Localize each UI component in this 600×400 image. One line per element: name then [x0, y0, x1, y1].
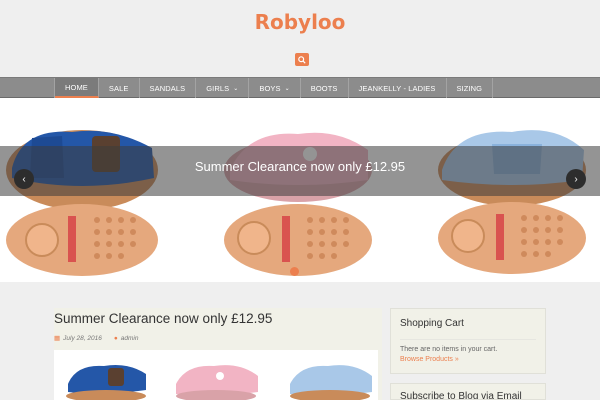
- calendar-icon: ▦: [54, 335, 61, 342]
- search-button[interactable]: [295, 53, 309, 66]
- site-title[interactable]: Robyloo: [0, 10, 600, 34]
- post-meta: ▦ July 28, 2016 ● admin: [54, 334, 139, 343]
- nav-item-home[interactable]: HOME: [55, 78, 99, 98]
- nav-item-boys[interactable]: BOYS ⌄: [249, 78, 301, 98]
- nav-item-girls[interactable]: GIRLS ⌄: [196, 78, 250, 98]
- chevron-down-icon: ⌄: [233, 85, 239, 92]
- subscribe-title: Subscribe to Blog via Email: [400, 391, 522, 400]
- cart-empty-message: There are no items in your cart.: [400, 346, 498, 353]
- slider-prev-button[interactable]: ‹: [14, 169, 34, 189]
- nav-item-sale[interactable]: SALE: [99, 78, 140, 98]
- slider-next-button[interactable]: ›: [566, 169, 586, 189]
- shopping-cart-widget: Shopping Cart There are no items in your…: [390, 308, 546, 374]
- shopping-cart-title: Shopping Cart: [400, 318, 464, 329]
- post-author[interactable]: admin: [121, 335, 139, 342]
- slider-pagination-dot[interactable]: [290, 267, 299, 276]
- main-navigation: HOME SALE SANDALS GIRLS ⌄ BOYS ⌄ BOOTS JEA…: [0, 77, 600, 98]
- nav-item-boots[interactable]: BOOTS: [301, 78, 349, 98]
- browse-products-link[interactable]: Browse Products »: [400, 356, 459, 363]
- post-thumbnail[interactable]: [54, 350, 378, 400]
- nav-item-sizing[interactable]: SIZING: [447, 78, 494, 98]
- chevron-left-icon: ‹: [22, 173, 26, 185]
- user-icon: ●: [113, 334, 118, 342]
- post-thumbnail-image: [66, 365, 372, 400]
- chevron-down-icon: ⌄: [284, 85, 290, 92]
- hero-slider: Summer Clearance now only £12.95 ‹ ›: [0, 98, 600, 282]
- nav-item-jeankelly-ladies[interactable]: JEANKELLY - LADIES: [349, 78, 447, 98]
- subscribe-widget: Subscribe to Blog via Email: [390, 383, 546, 400]
- site-header: Robyloo: [0, 0, 600, 77]
- pink-shoe-image: [224, 132, 372, 276]
- nav-item-sandals[interactable]: SANDALS: [140, 78, 197, 98]
- post-date[interactable]: July 28, 2016: [63, 335, 102, 342]
- search-icon: [298, 55, 306, 64]
- slider-caption[interactable]: Summer Clearance now only £12.95: [0, 159, 600, 174]
- chevron-right-icon: ›: [574, 173, 578, 185]
- main-content: Summer Clearance now only £12.95 ▦ July …: [54, 308, 382, 400]
- post-title[interactable]: Summer Clearance now only £12.95: [54, 311, 272, 326]
- divider: [400, 339, 536, 340]
